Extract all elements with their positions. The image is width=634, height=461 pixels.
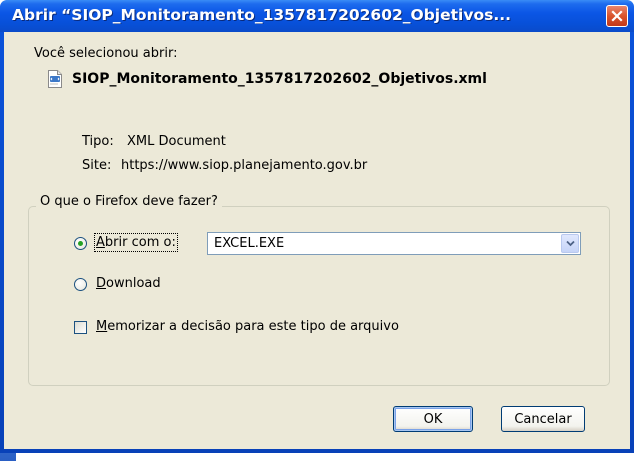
xml-file-icon: [48, 70, 62, 88]
download-radio[interactable]: [74, 278, 87, 291]
site-label: Site:: [82, 158, 112, 173]
open-with-radio[interactable]: [74, 237, 87, 250]
close-button[interactable]: [606, 5, 628, 27]
title-bar[interactable]: Abrir “SIOP_Monitoramento_1357817202602_…: [0, 0, 634, 32]
close-icon: [611, 10, 623, 22]
open-with-label[interactable]: Abrir com o:: [94, 233, 178, 252]
intro-text: Você selecionou abrir:: [34, 46, 178, 61]
radio-selected-dot: [78, 241, 83, 246]
ok-button[interactable]: OK: [393, 406, 473, 432]
remember-checkbox[interactable]: [74, 321, 87, 334]
file-name: SIOP_Monitoramento_1357817202602_Objetiv…: [72, 71, 487, 87]
dropdown-button[interactable]: [561, 234, 579, 253]
chevron-down-icon: [565, 240, 575, 247]
application-select[interactable]: EXCEL.EXE: [207, 232, 581, 255]
type-label: Tipo:: [82, 134, 114, 149]
application-select-value: EXCEL.EXE: [214, 236, 285, 251]
cancel-button[interactable]: Cancelar: [501, 406, 585, 432]
window-title: Abrir “SIOP_Monitoramento_1357817202602_…: [12, 6, 511, 24]
remember-label[interactable]: Memorizar a decisão para este tipo de ar…: [96, 319, 399, 334]
site-value: https://www.siop.planejamento.gov.br: [121, 158, 368, 173]
type-value: XML Document: [127, 134, 226, 149]
download-label[interactable]: Download: [96, 276, 161, 291]
action-group-legend: O que o Firefox deve fazer?: [36, 194, 222, 209]
